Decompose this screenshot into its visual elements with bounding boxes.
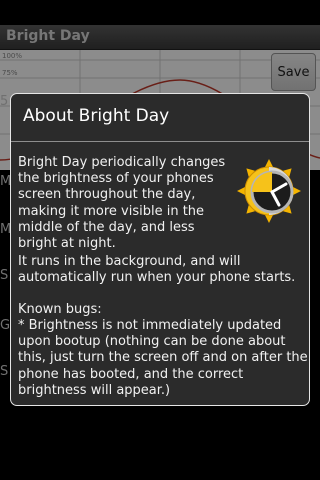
known-bug-item: * Brightness is not immediately updated … <box>18 318 308 398</box>
dialog-divider <box>11 141 309 142</box>
known-bugs-heading: Known bugs: <box>18 302 102 317</box>
sun-clock-icon <box>237 159 301 223</box>
about-dialog: About Bright Day Bright Day periodically… <box>10 93 310 406</box>
description-text: Bright Day periodically changes the brig… <box>18 155 226 252</box>
background-info-text: It runs in the background, and will auto… <box>18 254 296 286</box>
dialog-title: About Bright Day <box>23 106 170 126</box>
